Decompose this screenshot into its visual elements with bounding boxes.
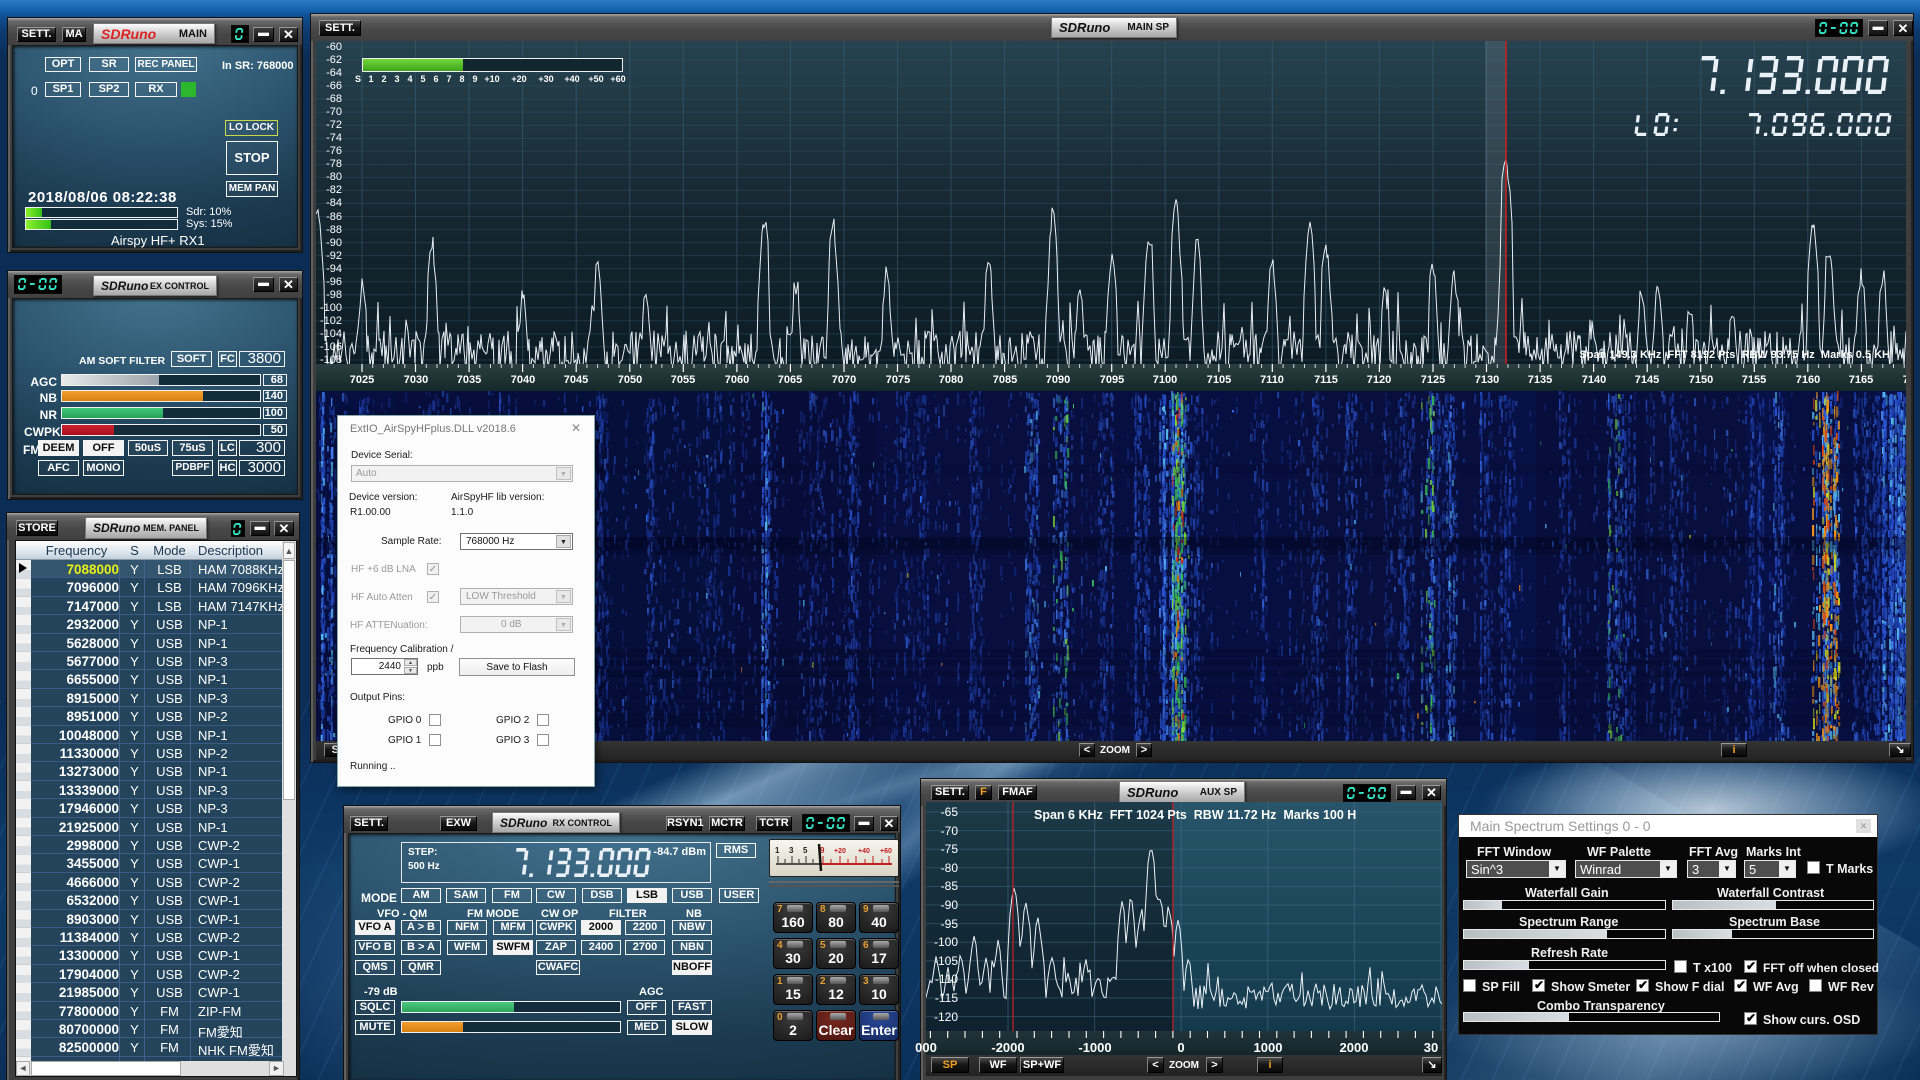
- svg-text:+20: +20: [834, 848, 846, 855]
- svg-text:+40: +40: [858, 848, 870, 855]
- svg-text:+60: +60: [880, 848, 892, 855]
- svg-text:1: 1: [775, 846, 780, 855]
- svg-text:5: 5: [803, 846, 808, 855]
- svg-text:3: 3: [789, 846, 794, 855]
